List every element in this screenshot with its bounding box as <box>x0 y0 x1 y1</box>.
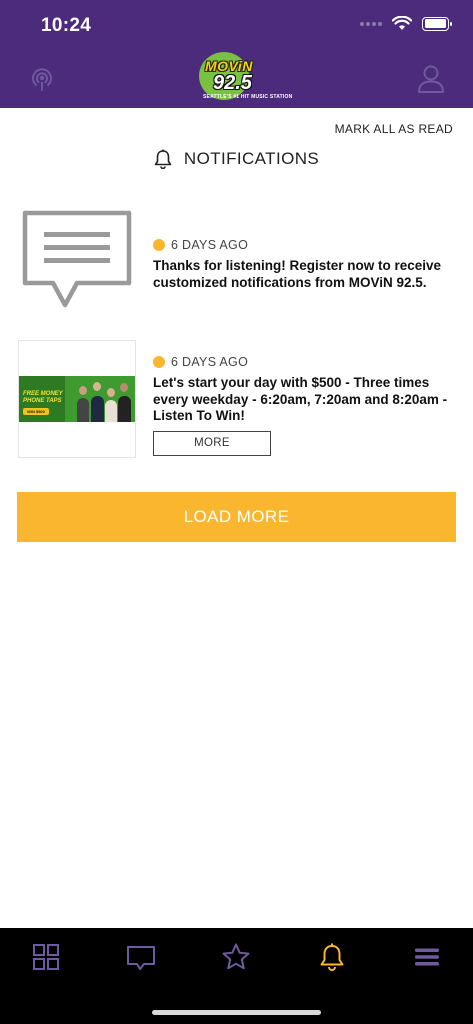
banner-line2: PHONE TAPS <box>23 398 62 404</box>
mark-all-read-button[interactable]: MARK ALL AS READ <box>335 122 453 136</box>
notification-time-row: 6 DAYS AGO <box>153 355 458 369</box>
chat-icon[interactable] <box>126 942 156 972</box>
app-header: 10:24 MOViN 92.5 SEATTLE'S #1 HIT MUSIC … <box>0 0 473 108</box>
notification-thumbnail[interactable]: FREE MONEY PHONE TAPS WIN $500 <box>18 340 136 458</box>
notification-text: Let's start your day with $500 - Three t… <box>153 375 448 423</box>
home-indicator[interactable] <box>152 1010 321 1015</box>
load-more-button[interactable]: LOAD MORE <box>17 492 456 542</box>
bottom-tab-bar <box>0 928 473 1024</box>
bell-icon <box>154 149 172 169</box>
logo-tagline: SEATTLE'S #1 HIT MUSIC STATION <box>203 94 293 100</box>
podcast-icon[interactable] <box>28 66 56 94</box>
star-icon[interactable] <box>221 942 251 972</box>
station-logo: MOViN 92.5 SEATTLE'S #1 HIT MUSIC STATIO… <box>197 52 293 102</box>
notification-time-row: 6 DAYS AGO <box>153 238 458 252</box>
page-title: NOTIFICATIONS <box>183 149 320 168</box>
signal-icon <box>360 21 382 26</box>
page-title-row: NOTIFICATIONS <box>0 149 473 169</box>
unread-dot <box>153 356 165 368</box>
status-indicators <box>360 16 452 31</box>
message-icon <box>22 210 132 308</box>
battery-icon <box>422 16 452 31</box>
bell-icon[interactable] <box>317 942 347 972</box>
grid-icon[interactable] <box>31 942 61 972</box>
unread-dot <box>153 239 165 251</box>
notification-time: 6 DAYS AGO <box>171 355 249 369</box>
banner-badge: WIN $500 <box>23 408 49 415</box>
notification-time: 6 DAYS AGO <box>171 238 249 252</box>
notification-body: 6 DAYS AGO Thanks for listening! Registe… <box>153 238 458 291</box>
notification-body: 6 DAYS AGO Let's start your day with $50… <box>153 355 458 456</box>
notifications-screen: 10:24 MOViN 92.5 SEATTLE'S #1 HIT MUSIC … <box>0 0 473 1024</box>
profile-icon[interactable] <box>417 64 445 94</box>
wifi-icon <box>392 16 412 30</box>
promo-banner: FREE MONEY PHONE TAPS WIN $500 <box>19 376 135 422</box>
menu-icon[interactable] <box>412 942 442 972</box>
logo-frequency: 92.5 <box>213 72 252 94</box>
more-button[interactable]: MORE <box>153 430 271 456</box>
notification-text: Thanks for listening! Register now to re… <box>153 258 442 290</box>
banner-line1: FREE MONEY <box>23 391 63 397</box>
status-time: 10:24 <box>41 15 92 36</box>
